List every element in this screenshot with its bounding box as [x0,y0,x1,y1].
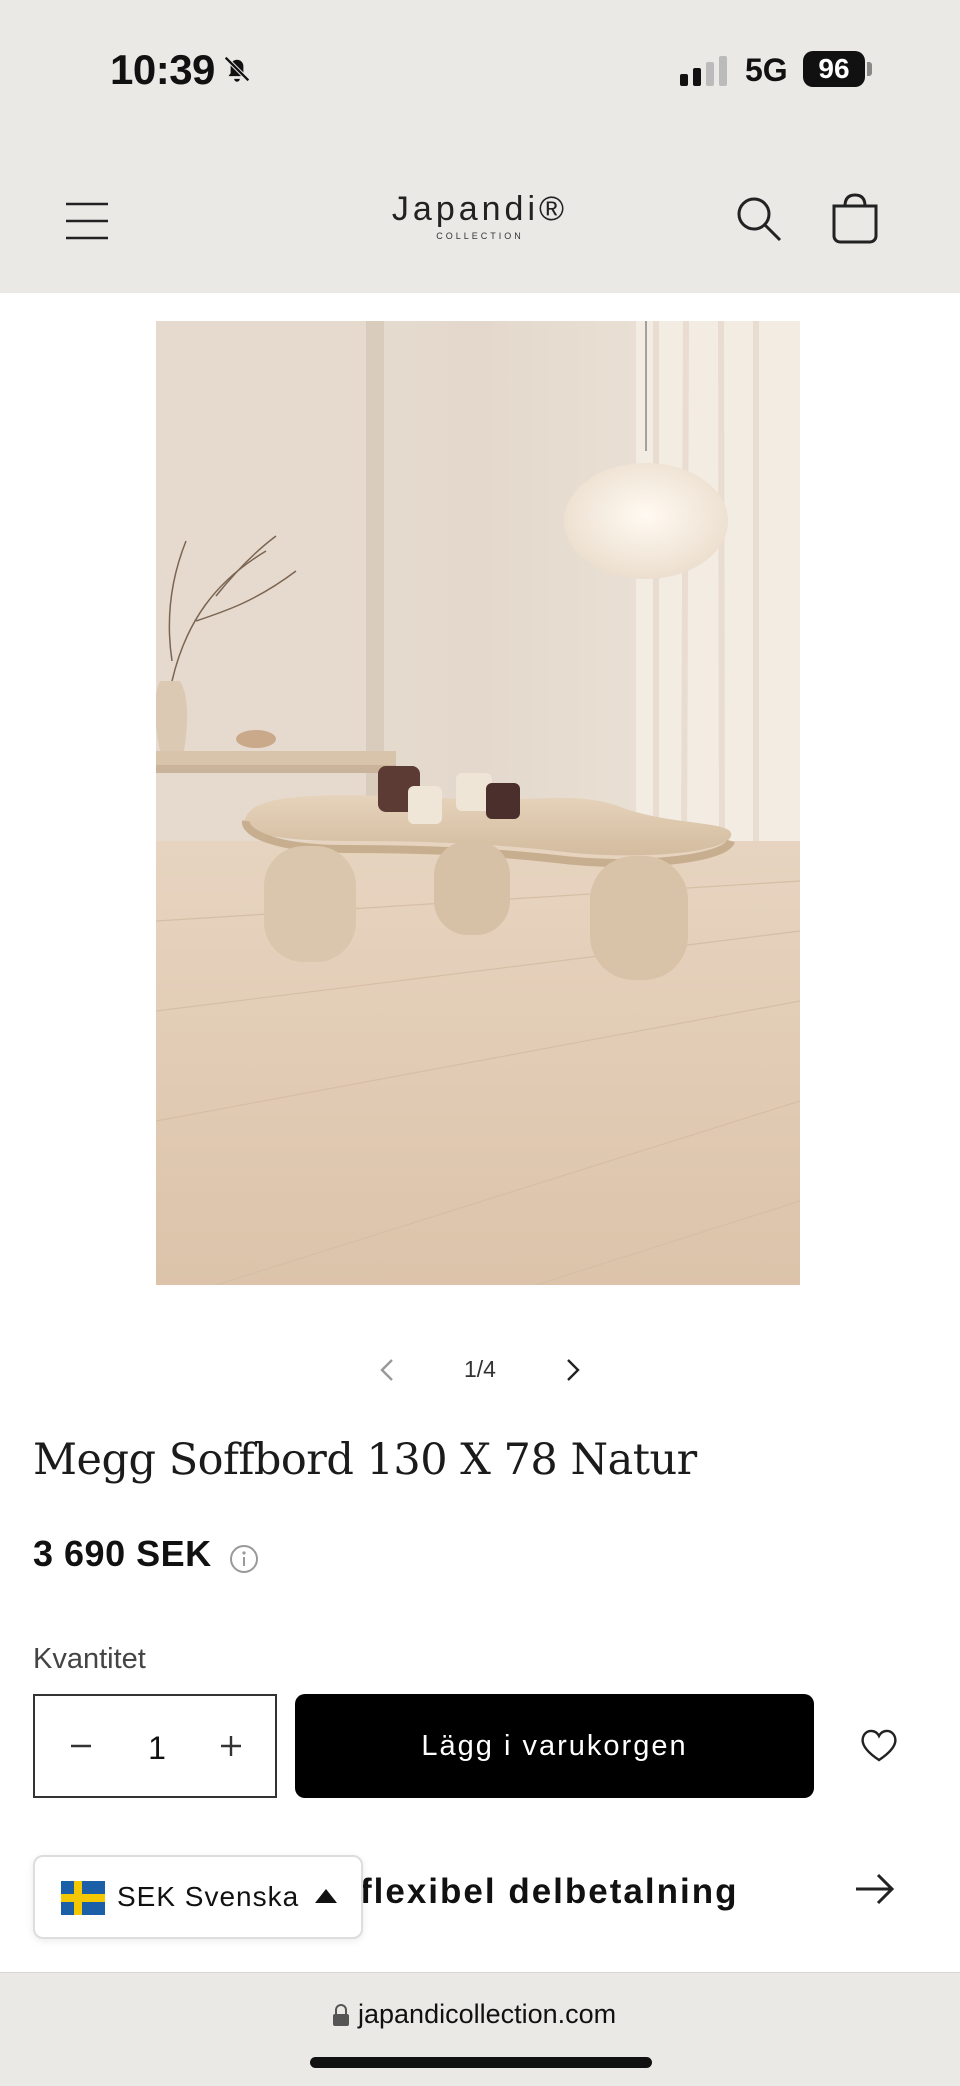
url-text: japandicollection.com [358,1999,617,2029]
installment-link-text[interactable]: flexibel delbetalning [360,1872,738,1912]
swedish-flag-icon [61,1881,105,1915]
locale-picker[interactable]: SEK Svenska [33,1855,363,1939]
add-to-cart-button[interactable]: Lägg i varukorgen [295,1694,814,1798]
chevron-left-icon[interactable] [372,1354,404,1386]
network-type: 5G [745,52,788,88]
locale-label: SEK Svenska [117,1881,300,1912]
quantity-input[interactable]: 1 [129,1730,185,1767]
home-indicator[interactable] [310,2057,652,2068]
product-price: 3 690 SEK [33,1533,212,1574]
chevron-right-icon[interactable] [556,1354,588,1386]
quantity-stepper: 1 [33,1694,277,1798]
menu-icon[interactable] [64,198,110,244]
battery-level: 96 [803,51,865,87]
bell-muted-icon [224,56,250,82]
status-time: 10:39 [110,46,215,93]
lock-icon [333,2004,349,2026]
heart-icon[interactable] [858,1724,900,1766]
product-image[interactable] [156,321,800,1285]
info-icon[interactable] [228,1543,260,1575]
arrow-right-icon[interactable] [852,1866,898,1912]
logo-wordmark: Japandi® [391,190,569,228]
search-icon[interactable] [734,194,784,244]
header-band [0,0,960,293]
logo-subtitle: COLLECTION [436,231,524,241]
minus-icon[interactable] [59,1724,103,1768]
gallery-counter: 1/4 [464,1356,496,1382]
caret-up-icon [315,1889,337,1903]
quantity-label: Kvantitet [33,1643,146,1675]
signal-icon [680,56,727,86]
plus-icon[interactable] [209,1724,253,1768]
brand-logo[interactable]: Japandi® COLLECTION [380,190,580,241]
product-title: Megg Soffbord 130 X 78 Natur [33,1435,697,1485]
gallery-nav: 1/4 [360,1350,600,1390]
battery-tip [867,62,872,76]
cart-icon[interactable] [830,192,880,246]
browser-address-bar[interactable]: japandicollection.com [0,1972,960,2086]
